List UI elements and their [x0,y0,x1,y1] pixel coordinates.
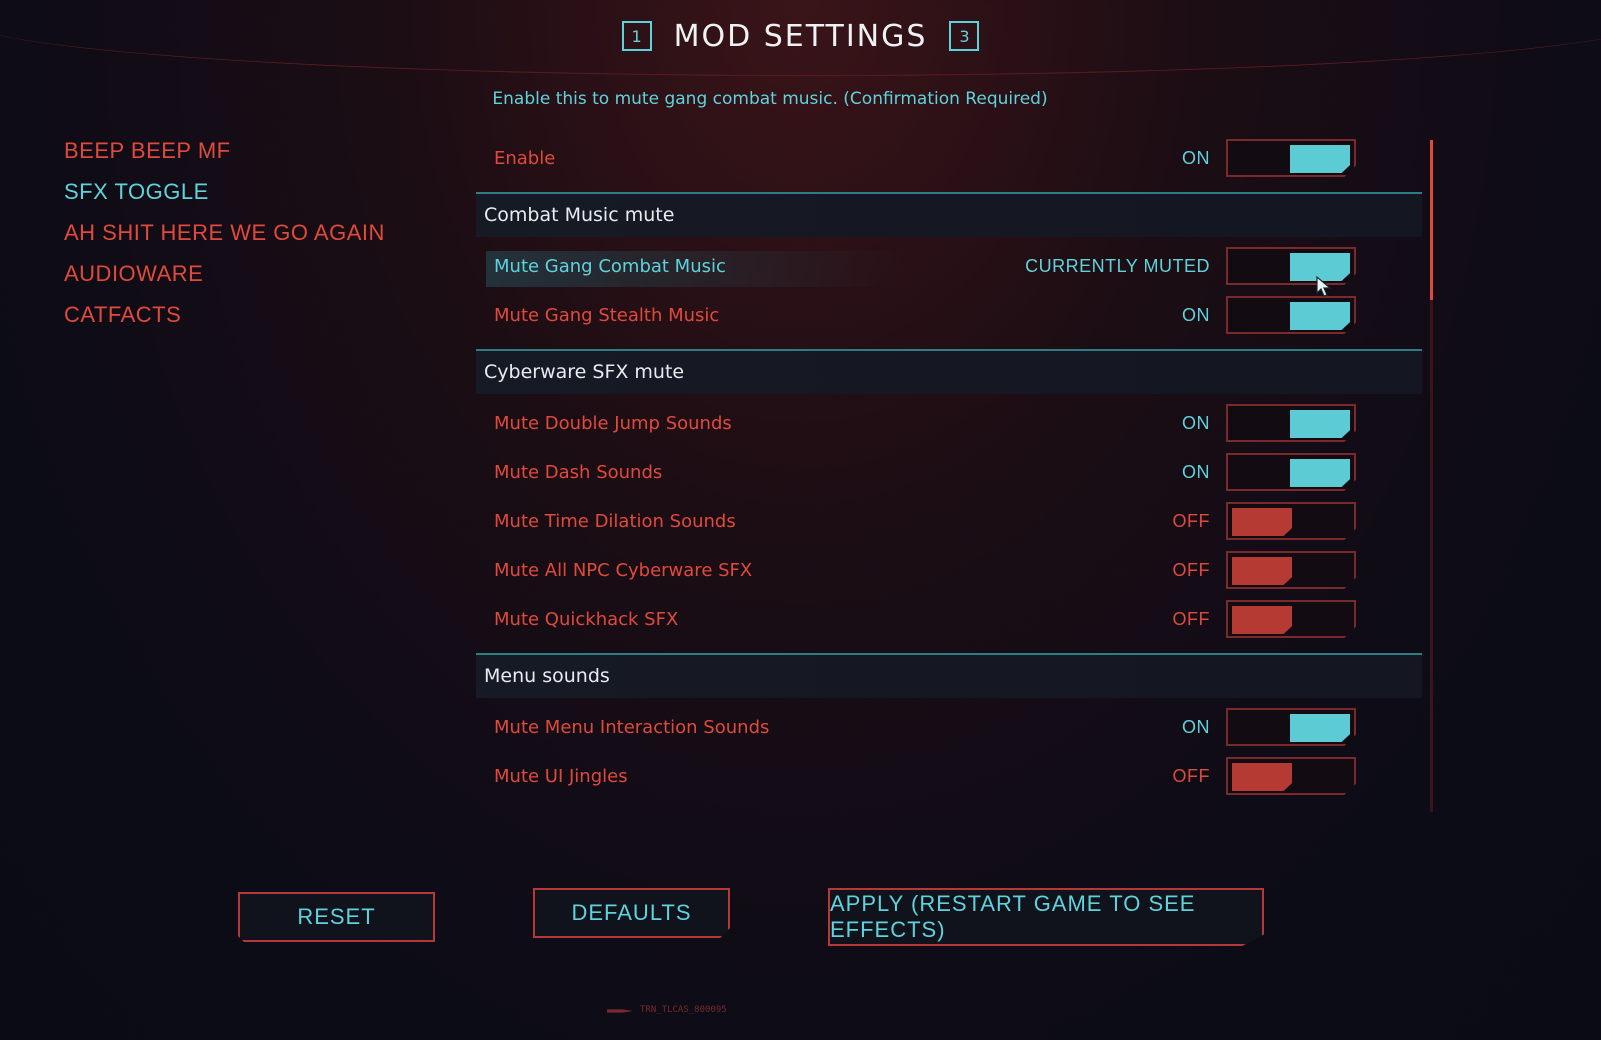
setting-label: Enable [494,148,556,169]
mute-time-dilation-toggle[interactable] [1226,502,1356,540]
reset-button[interactable]: RESET [238,892,435,942]
setting-row-mute-dash[interactable]: Mute Dash Sounds ON [476,449,1422,498]
toggle-knob [1232,606,1292,634]
mute-gang-stealth-music-toggle[interactable] [1226,296,1356,334]
setting-row-mute-quickhack[interactable]: Mute Quickhack SFX OFF [476,596,1422,645]
footer-arrow-icon [607,1009,633,1013]
mute-menu-interaction-toggle[interactable] [1226,708,1356,746]
setting-state: CURRENTLY MUTED [1025,256,1210,276]
mute-ui-jingles-toggle[interactable] [1226,757,1356,795]
setting-state: OFF [1172,560,1210,580]
toggle-knob [1290,410,1350,438]
setting-row-mute-gang-combat-music[interactable]: Mute Gang Combat Music CURRENTLY MUTED [476,243,1422,292]
setting-state: ON [1182,148,1210,168]
sidebar-item-sfx-toggle[interactable]: SFX TOGGLE [64,171,385,212]
toggle-knob [1290,145,1350,173]
sidebar-item-beep-beep-mf[interactable]: BEEP BEEP MF [64,130,385,171]
mute-dash-toggle[interactable] [1226,453,1356,491]
setting-row-mute-npc-cyberware[interactable]: Mute All NPC Cyberware SFX OFF [476,547,1422,596]
next-page-key[interactable]: 3 [949,21,980,51]
prev-page-key[interactable]: 1 [621,21,652,51]
mute-double-jump-toggle[interactable] [1226,404,1356,442]
setting-state: OFF [1172,766,1210,786]
sidebar-item-audioware[interactable]: AUDIOWARE [64,253,385,294]
section-combat-music: Combat Music mute [476,192,1422,237]
setting-state: OFF [1172,609,1210,629]
setting-label: Mute All NPC Cyberware SFX [494,560,753,581]
section-title: Cyberware SFX mute [484,361,685,383]
setting-label: Mute Quickhack SFX [494,609,679,630]
section-menu-sounds: Menu sounds [476,653,1422,698]
defaults-button[interactable]: DEFAULTS [533,888,730,938]
setting-row-mute-menu-interaction[interactable]: Mute Menu Interaction Sounds ON [476,704,1422,753]
setting-label: Mute Gang Combat Music [494,256,726,277]
page-title: MOD SETTINGS [673,18,928,54]
mute-quickhack-toggle[interactable] [1226,600,1356,638]
setting-row-mute-time-dilation[interactable]: Mute Time Dilation Sounds OFF [476,498,1422,547]
setting-label: Mute Double Jump Sounds [494,413,732,434]
setting-state: ON [1182,413,1210,433]
setting-description: Enable this to mute gang combat music. (… [492,89,1048,109]
setting-state: ON [1182,717,1210,737]
setting-label: Mute Dash Sounds [494,462,663,483]
section-title: Combat Music mute [484,204,675,226]
setting-row-mute-double-jump[interactable]: Mute Double Jump Sounds ON [476,400,1422,449]
mute-npc-cyberware-toggle[interactable] [1226,551,1356,589]
toggle-knob [1232,508,1292,536]
mod-sidebar: BEEP BEEP MF SFX TOGGLE AH SHIT HERE WE … [64,130,385,335]
setting-label: Mute Gang Stealth Music [494,305,720,326]
setting-row-enable[interactable]: Enable ON [476,135,1422,184]
toggle-knob [1232,557,1292,585]
toggle-knob [1232,763,1292,791]
setting-row-mute-gang-stealth-music[interactable]: Mute Gang Stealth Music ON [476,292,1422,341]
setting-row-mute-ui-jingles[interactable]: Mute UI Jingles OFF [476,753,1422,802]
toggle-knob [1290,302,1350,330]
section-title: Menu sounds [484,665,610,687]
scrollbar-thumb[interactable] [1430,140,1433,300]
setting-label: Mute UI Jingles [494,766,628,787]
toggle-knob [1290,714,1350,742]
section-cyberware-sfx: Cyberware SFX mute [476,349,1422,394]
toggle-knob [1290,459,1350,487]
settings-panel: Enable ON Combat Music mute Mute Gang Co… [476,135,1422,802]
setting-state: ON [1182,462,1210,482]
setting-label: Mute Menu Interaction Sounds [494,717,770,738]
setting-label: Mute Time Dilation Sounds [494,511,736,532]
hand-pointer-icon [1316,275,1332,297]
sidebar-item-catfacts[interactable]: CATFACTS [64,294,385,335]
page-header: 1 MOD SETTINGS 3 [0,14,1601,58]
apply-button[interactable]: APPLY (RESTART GAME TO SEE EFFECTS) [828,888,1264,946]
footer-code: TRN_TLCAS_800095 [640,1005,727,1015]
settings-scrollbar[interactable] [1430,140,1433,812]
setting-state: OFF [1172,511,1210,531]
sidebar-item-ah-shit-here-we-go-again[interactable]: AH SHIT HERE WE GO AGAIN [64,212,385,253]
enable-toggle[interactable] [1226,139,1356,177]
setting-state: ON [1182,305,1210,325]
